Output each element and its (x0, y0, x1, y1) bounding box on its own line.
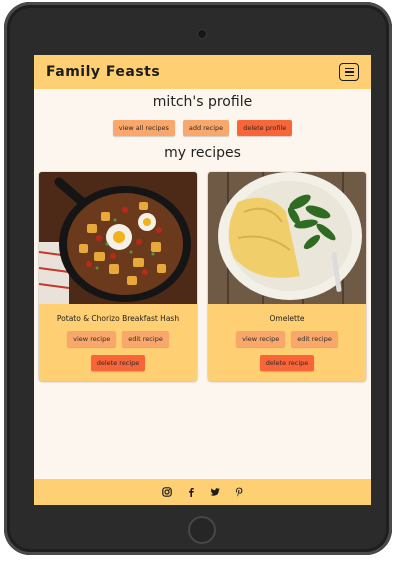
footer (34, 479, 371, 505)
view-recipe-button[interactable]: view recipe (67, 331, 117, 347)
view-recipe-button[interactable]: view recipe (236, 331, 286, 347)
screen: Family Feasts mitch's profile view all r… (34, 55, 371, 505)
recipe-title: Potato & Chorizo Breakfast Hash (56, 314, 180, 323)
pinterest-icon[interactable] (234, 487, 244, 497)
profile-actions: view all recipes add recipe delete profi… (34, 120, 371, 136)
view-all-recipes-button[interactable]: view all recipes (112, 120, 175, 136)
recipe-card: Omelette view recipe edit recipe delete … (208, 172, 366, 381)
brand-logo[interactable]: Family Feasts (46, 64, 160, 80)
navbar: Family Feasts (34, 55, 371, 89)
recipe-image-hash[interactable] (39, 172, 197, 304)
twitter-icon[interactable] (209, 487, 220, 497)
instagram-icon[interactable] (161, 487, 172, 497)
edit-recipe-button[interactable]: edit recipe (291, 331, 338, 347)
delete-recipe-button[interactable]: delete recipe (259, 355, 315, 371)
facebook-icon[interactable] (186, 487, 196, 497)
delete-recipe-button[interactable]: delete recipe (90, 355, 146, 371)
hamburger-menu-icon[interactable] (339, 63, 359, 81)
tablet-frame: Family Feasts mitch's profile view all r… (4, 2, 392, 555)
profile-title: mitch's profile (152, 94, 253, 110)
recipe-title: Omelette (269, 314, 305, 323)
recipe-actions: view recipe edit recipe (236, 331, 338, 347)
recipe-actions: view recipe edit recipe (67, 331, 169, 347)
recipe-cards: Potato & Chorizo Breakfast Hash view rec… (39, 172, 366, 381)
delete-profile-button[interactable]: delete profile (237, 120, 293, 136)
recipe-image-omelette[interactable] (208, 172, 366, 304)
home-button[interactable] (188, 516, 216, 544)
recipe-card: Potato & Chorizo Breakfast Hash view rec… (39, 172, 197, 381)
my-recipes-heading: my recipes (164, 145, 241, 161)
add-recipe-button[interactable]: add recipe (182, 120, 230, 136)
camera (198, 30, 206, 38)
edit-recipe-button[interactable]: edit recipe (122, 331, 169, 347)
